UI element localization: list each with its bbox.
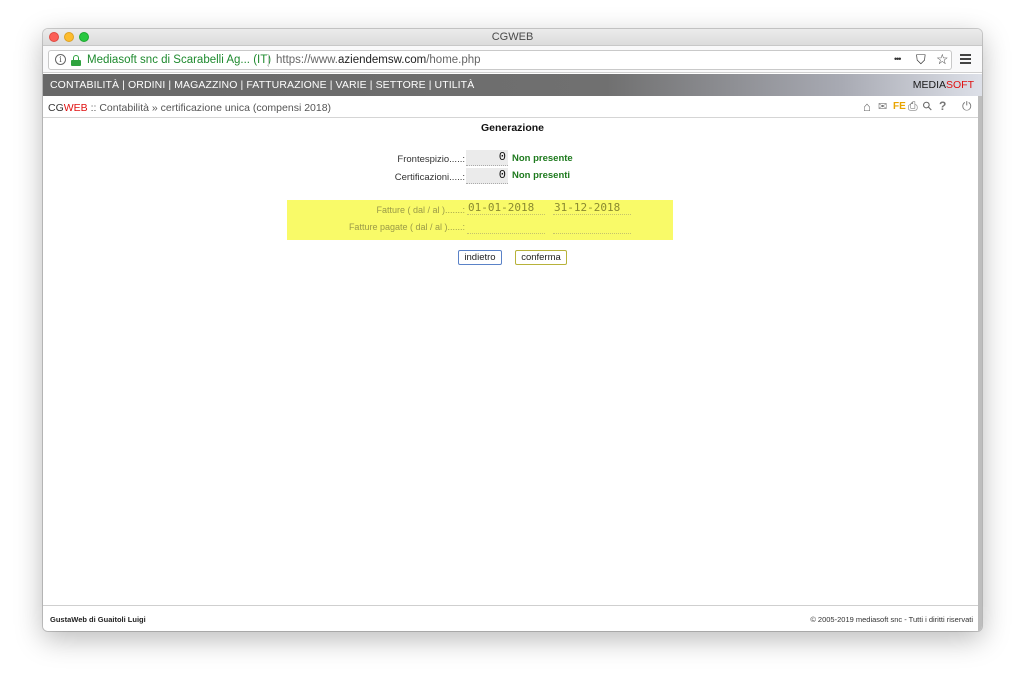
- pagate-from-date-input[interactable]: [467, 220, 545, 234]
- lock-icon[interactable]: [71, 55, 81, 66]
- fe-icon[interactable]: FE: [893, 101, 906, 112]
- help-icon[interactable]: ?: [939, 99, 946, 113]
- search-icon[interactable]: ⚲: [919, 98, 935, 114]
- breadcrumb: CGWEB :: Contabilità » certificazione un…: [48, 102, 332, 114]
- right-edge-bar: [978, 96, 982, 631]
- browser-window: CGWEB i Mediasoft snc di Scarabelli Ag..…: [43, 29, 982, 631]
- frontespizio-status: Non presente: [512, 153, 573, 164]
- footer-author: GustaWeb di Guaitoli Luigi: [50, 615, 146, 624]
- url-separator: [268, 54, 269, 67]
- breadcrumb-bar: CGWEB :: Contabilità » certificazione un…: [43, 96, 978, 118]
- menu-separator: |: [428, 79, 432, 91]
- menu-item-varie[interactable]: VARIE: [336, 79, 367, 91]
- menu-item-contabilita[interactable]: CONTABILITÀ: [50, 79, 119, 91]
- window-titlebar: CGWEB: [43, 29, 982, 46]
- date-filter-panel: Fatture ( dal / al ).......: Fatture pag…: [287, 200, 673, 240]
- page-title: Generazione: [480, 122, 545, 134]
- fatture-to-date-input[interactable]: [553, 201, 631, 215]
- certificazioni-count: 0: [466, 168, 508, 184]
- pagate-to-date-input[interactable]: [553, 220, 631, 234]
- menu-item-ordini[interactable]: ORDINI: [128, 79, 165, 91]
- fatture-pagate-range-label: Fatture pagate ( dal / al )......:: [348, 222, 465, 232]
- menu-separator: |: [168, 79, 172, 91]
- home-icon[interactable]: ⌂: [863, 99, 871, 114]
- menu-separator: |: [122, 79, 125, 91]
- menu-item-settore[interactable]: SETTORE: [376, 79, 426, 91]
- site-identity[interactable]: Mediasoft snc di Scarabelli Ag... (IT): [87, 54, 271, 66]
- address-bar[interactable]: i Mediasoft snc di Scarabelli Ag... (IT)…: [48, 50, 952, 70]
- print-icon[interactable]: ⎙: [908, 99, 918, 114]
- frontespizio-label: Frontespizio.....:: [397, 154, 465, 165]
- fatture-range-label: Fatture ( dal / al ).......:: [376, 205, 465, 215]
- logout-power-icon[interactable]: ⏻: [962, 99, 972, 114]
- confirm-button[interactable]: conferma: [515, 250, 567, 265]
- app-menubar: CONTABILITÀ | ORDINI | MAGAZZINO | FATTURAZION…: [43, 74, 982, 96]
- certificazioni-label: Certificazioni.....:: [394, 172, 465, 183]
- page-footer: GustaWeb di Guaitoli Luigi © 2005-2019 m…: [43, 605, 978, 631]
- main-menu: CONTABILITÀ | ORDINI | MAGAZZINO | FATTURAZION…: [50, 79, 474, 91]
- menu-separator: |: [369, 79, 373, 91]
- frontespizio-count: 0: [466, 150, 508, 166]
- menu-item-utilita[interactable]: UTILITÀ: [435, 79, 475, 91]
- menu-item-fatturazione[interactable]: FATTURAZIONE: [246, 79, 326, 91]
- menu-item-magazzino[interactable]: MAGAZZINO: [174, 79, 237, 91]
- url-text[interactable]: https://www.aziendemsw.com/home.php: [276, 54, 481, 66]
- pocket-icon[interactable]: ⛉: [916, 52, 926, 68]
- mail-icon[interactable]: ✉: [878, 100, 887, 113]
- more-actions-icon[interactable]: •••: [894, 54, 902, 64]
- window-title: CGWEB: [491, 31, 534, 43]
- menu-separator: |: [240, 79, 244, 91]
- menu-separator: |: [329, 79, 333, 91]
- footer-copyright: © 2005-2019 mediasoft snc - Tutti i diri…: [810, 615, 973, 624]
- browser-toolbar: i Mediasoft snc di Scarabelli Ag... (IT)…: [43, 46, 982, 73]
- fatture-from-date-input[interactable]: [467, 201, 545, 215]
- back-button[interactable]: indietro: [458, 250, 502, 265]
- certificazioni-status: Non presenti: [512, 170, 571, 181]
- menu-hamburger-icon[interactable]: [960, 54, 971, 66]
- brand-logo: MEDIASOFT: [912, 79, 974, 91]
- bookmark-star-icon[interactable]: ☆: [936, 51, 949, 68]
- info-icon[interactable]: i: [55, 54, 66, 65]
